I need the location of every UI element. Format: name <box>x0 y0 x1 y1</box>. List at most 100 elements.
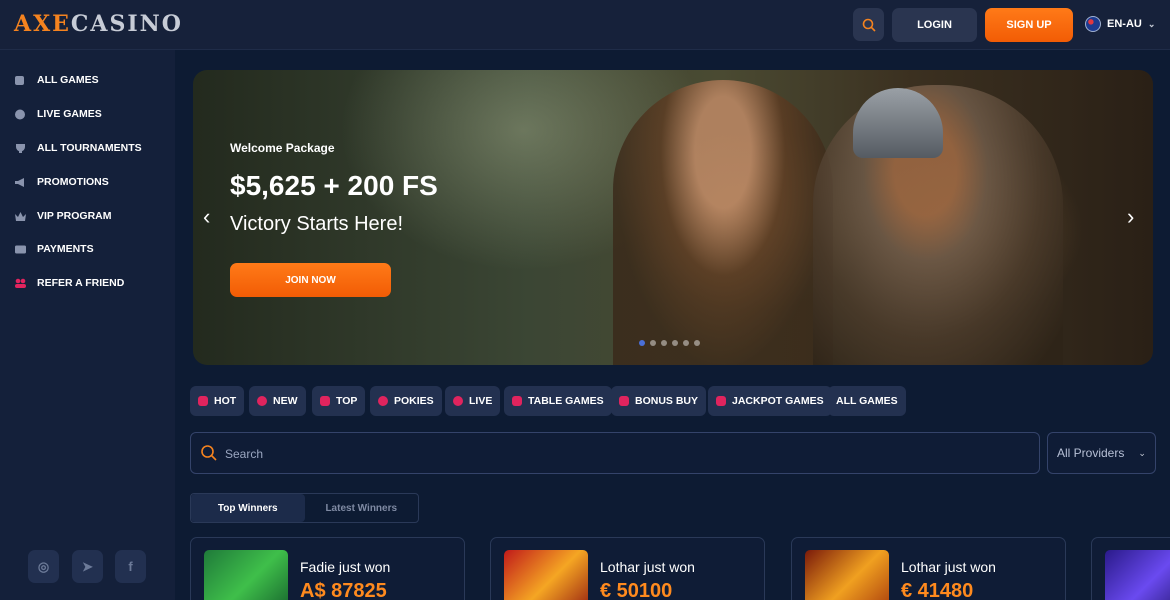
carousel-dot[interactable] <box>661 340 667 346</box>
users-icon <box>15 278 26 288</box>
winner-text: Lothar just won <box>901 559 996 575</box>
winners-tabs: Top Winners Latest Winners <box>190 493 419 523</box>
facebook-button[interactable]: f <box>115 550 146 583</box>
sidebar-item-label: ALL GAMES <box>37 74 99 86</box>
winner-text: Lothar just won <box>600 559 695 575</box>
category-label: TOP <box>336 395 358 407</box>
carousel-dot[interactable] <box>694 340 700 346</box>
carousel-dot[interactable] <box>672 340 678 346</box>
carousel-dot[interactable] <box>683 340 689 346</box>
game-thumbnail <box>805 550 889 600</box>
new-badge-icon <box>257 396 267 406</box>
hero-banner[interactable]: Welcome Package $5,625 + 200 FS Victory … <box>193 70 1153 365</box>
search-icon <box>201 445 217 461</box>
chevron-right-icon[interactable]: › <box>1127 204 1134 230</box>
providers-label: All Providers <box>1057 446 1125 460</box>
sidebar-item-payments[interactable]: PAYMENTS <box>14 243 94 255</box>
tab-latest-winners[interactable]: Latest Winners <box>305 494 419 522</box>
game-search[interactable] <box>190 432 1040 474</box>
carousel-dots <box>639 340 700 346</box>
dice-icon <box>15 75 24 85</box>
tab-top-winners[interactable]: Top Winners <box>191 494 305 522</box>
chevron-left-icon[interactable]: ‹ <box>203 204 210 230</box>
logo-axe: AXE <box>14 11 71 37</box>
category-label: NEW <box>273 395 298 407</box>
banner-art-woman <box>613 80 833 365</box>
sidebar-item-live-games[interactable]: LIVE GAMES <box>14 108 102 120</box>
banner-title: $5,625 + 200 FS <box>230 170 438 201</box>
crown-icon <box>15 211 26 221</box>
winner-text: Fadie just won <box>300 559 391 575</box>
category-label: JACKPOT GAMES <box>732 395 824 407</box>
gift-icon <box>619 396 629 406</box>
roulette-icon <box>15 109 25 119</box>
join-now-button[interactable]: JOIN NOW <box>230 263 391 297</box>
sidebar-item-refer[interactable]: REFER A FRIEND <box>14 277 124 289</box>
sidebar-item-vip[interactable]: VIP PROGRAM <box>14 210 111 222</box>
sidebar-item-label: LIVE GAMES <box>37 108 102 120</box>
category-jackpot[interactable]: JACKPOT GAMES <box>708 386 832 416</box>
login-button[interactable]: LOGIN <box>892 8 977 42</box>
search-icon <box>862 18 876 32</box>
sidebar-item-label: REFER A FRIEND <box>37 277 125 289</box>
winner-card[interactable]: Fadie just won A$ 87825 <box>190 537 465 600</box>
game-thumbnail <box>204 550 288 600</box>
game-thumbnail <box>504 550 588 600</box>
search-input[interactable] <box>225 444 1015 464</box>
winner-card[interactable]: Lothar just won € 41480 <box>791 537 1066 600</box>
category-label: ALL GAMES <box>836 395 898 407</box>
instagram-button[interactable]: ◎ <box>28 550 59 583</box>
crown-icon <box>320 396 330 406</box>
winner-card[interactable]: Lothar just won € 50100 <box>490 537 765 600</box>
sidebar-item-label: VIP PROGRAM <box>37 210 112 222</box>
banner-tagline: Victory Starts Here! <box>230 213 404 235</box>
instagram-icon: ◎ <box>37 558 50 574</box>
language-selector[interactable]: EN-AU ⌄ <box>1085 16 1155 32</box>
category-label: LIVE <box>469 395 493 407</box>
sidebar: ALL GAMES LIVE GAMES ALL TOURNAMENTS PRO… <box>0 50 175 600</box>
category-table-games[interactable]: TABLE GAMES <box>504 386 612 416</box>
category-label: BONUS BUY <box>635 395 699 407</box>
category-bonus-buy[interactable]: BONUS BUY <box>611 386 707 416</box>
category-label: POKIES <box>394 395 434 407</box>
sidebar-item-label: PROMOTIONS <box>37 176 109 188</box>
facebook-icon: f <box>128 559 133 574</box>
category-all-games[interactable]: ALL GAMES <box>828 386 906 416</box>
category-live[interactable]: LIVE <box>445 386 501 416</box>
sidebar-item-label: PAYMENTS <box>37 243 94 255</box>
banner-subtitle: Welcome Package <box>230 141 335 155</box>
australia-flag-icon <box>1085 16 1101 32</box>
providers-dropdown[interactable]: All Providers ⌄ <box>1047 432 1156 474</box>
sidebar-item-label: ALL TOURNAMENTS <box>37 142 142 154</box>
telegram-button[interactable]: ➤ <box>72 550 103 583</box>
category-label: HOT <box>214 395 237 407</box>
category-hot[interactable]: HOT <box>190 386 245 416</box>
category-pokies[interactable]: POKIES <box>370 386 442 416</box>
winner-amount: € 50100 <box>600 580 673 600</box>
carousel-dot[interactable] <box>650 340 656 346</box>
language-label: EN-AU <box>1107 18 1142 30</box>
trophy-icon <box>16 143 25 153</box>
live-icon <box>453 396 463 406</box>
telegram-icon: ➤ <box>82 558 93 574</box>
top-header: AXECASINO LOGIN SIGN UP EN-AU ⌄ <box>0 0 1170 50</box>
winner-card-partial[interactable] <box>1091 537 1170 600</box>
sidebar-item-tournaments[interactable]: ALL TOURNAMENTS <box>14 142 142 154</box>
carousel-dot[interactable] <box>639 340 645 346</box>
sidebar-item-all-games[interactable]: ALL GAMES <box>14 74 99 86</box>
category-top[interactable]: TOP <box>312 386 366 416</box>
winner-amount: € 41480 <box>901 580 974 600</box>
category-new[interactable]: NEW <box>249 386 306 416</box>
logo[interactable]: AXECASINO <box>14 11 183 37</box>
game-thumbnail <box>1105 550 1170 600</box>
category-label: TABLE GAMES <box>528 395 604 407</box>
logo-casino: CASINO <box>70 11 183 37</box>
winner-amount: A$ 87825 <box>300 580 387 600</box>
cherries-icon <box>378 396 388 406</box>
seven-icon <box>716 396 726 406</box>
sidebar-item-promotions[interactable]: PROMOTIONS <box>14 176 109 188</box>
megaphone-icon <box>15 177 24 187</box>
header-search-button[interactable] <box>853 8 884 41</box>
chevron-down-icon: ⌄ <box>1147 18 1156 29</box>
signup-button[interactable]: SIGN UP <box>985 8 1073 42</box>
